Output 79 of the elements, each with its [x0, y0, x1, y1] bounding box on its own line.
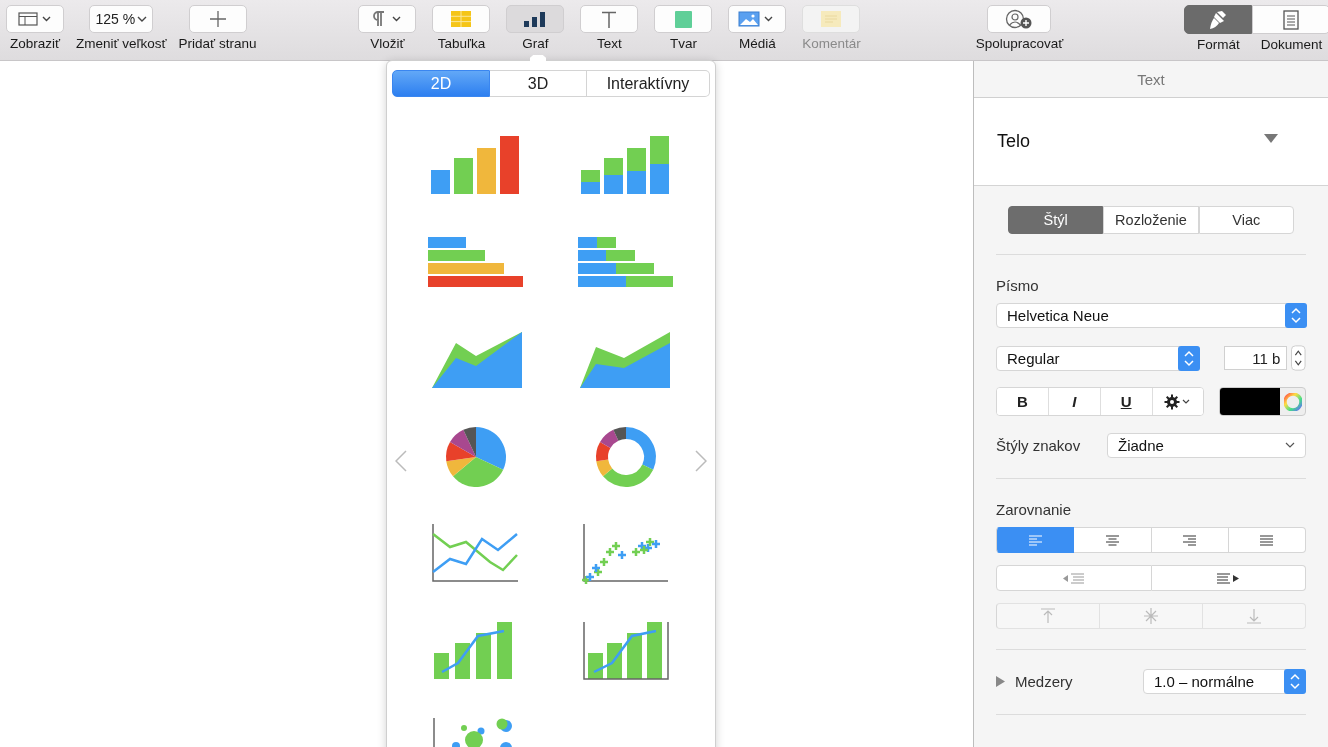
- toolbar-label: Formát: [1197, 37, 1240, 53]
- stepper-icon[interactable]: [1291, 345, 1306, 371]
- chart-button[interactable]: [506, 5, 565, 33]
- disclosure-triangle-icon[interactable]: [996, 676, 1005, 687]
- align-center-button[interactable]: [1074, 527, 1152, 553]
- toolbar-label: Pridať stranu: [178, 36, 257, 52]
- inspector-tab[interactable]: Viac: [1198, 206, 1294, 234]
- typeface-select[interactable]: Regular: [996, 345, 1201, 371]
- gear-icon: [1164, 393, 1192, 410]
- chart-dimension-tab[interactable]: Interaktívny: [587, 70, 710, 97]
- font-size-field[interactable]: 11 b: [1224, 346, 1288, 370]
- plus-icon: [209, 11, 226, 27]
- up-down-arrows-icon: [1284, 669, 1306, 694]
- toolbar-label: Zobraziť: [9, 36, 61, 52]
- view-button[interactable]: [6, 5, 64, 33]
- inspector-tab[interactable]: Rozloženie: [1103, 206, 1199, 234]
- note-icon: [821, 11, 842, 27]
- align-justify-button[interactable]: [1228, 527, 1306, 553]
- text-button[interactable]: [580, 5, 639, 33]
- document-icon: [1283, 9, 1300, 30]
- color-wheel-icon: [1284, 392, 1303, 411]
- table-button[interactable]: [432, 5, 491, 33]
- chevron-left-icon[interactable]: [395, 450, 407, 472]
- zoom-button[interactable]: 125 %: [89, 5, 154, 33]
- field-label: Štýly znakov: [996, 437, 1081, 454]
- toolbar-label: Text: [597, 36, 622, 52]
- chevron-down-icon: [137, 15, 148, 23]
- sidebar-layout-icon: [18, 12, 52, 26]
- chevron-down-icon: [1285, 442, 1295, 449]
- up-down-arrows-icon: [1285, 303, 1307, 328]
- toolbar-label: Médiá: [739, 36, 776, 52]
- text-tool-icon: [601, 10, 618, 28]
- paintbrush-icon: [1208, 9, 1229, 30]
- valign-top-icon: [1040, 608, 1056, 624]
- insert-button[interactable]: [358, 5, 417, 33]
- table-icon: [451, 11, 472, 27]
- toolbar-label: Tvar: [669, 36, 697, 52]
- increase-indent-button[interactable]: [1151, 565, 1306, 591]
- chart-dimension-tab[interactable]: 3D: [490, 70, 587, 97]
- align-right-icon: [1183, 534, 1197, 546]
- square-icon: [674, 10, 692, 28]
- indent-icon: [1217, 572, 1240, 584]
- section-heading: Písmo: [996, 277, 1040, 294]
- inspector-title: Text: [1137, 70, 1165, 88]
- chevron-right-icon[interactable]: [695, 450, 707, 472]
- shape-button[interactable]: [654, 5, 713, 33]
- toolbar-label: Spolupracovať: [975, 36, 1064, 52]
- bar-chart-icon: [524, 11, 547, 27]
- align-left-button[interactable]: [996, 527, 1075, 553]
- format-pane-button[interactable]: [1184, 5, 1253, 34]
- paragraph-style-menu[interactable]: Telo: [974, 98, 1328, 186]
- color-well[interactable]: [1219, 387, 1306, 416]
- inspector-tab[interactable]: Štýl: [1008, 206, 1104, 234]
- character-style-select[interactable]: Žiadne: [1107, 433, 1306, 458]
- align-center-icon: [1105, 534, 1119, 546]
- add-page-button[interactable]: [188, 5, 247, 33]
- toolbar-label: Komentár: [802, 36, 861, 52]
- up-down-arrows-icon: [1178, 345, 1201, 371]
- valign-bottom-icon: [1246, 608, 1262, 624]
- collaborate-button[interactable]: [987, 5, 1052, 33]
- valign-middle-icon: [1143, 608, 1159, 624]
- section-heading: Zarovnanie: [996, 501, 1073, 518]
- align-right-button[interactable]: [1151, 527, 1229, 553]
- align-justify-icon: [1260, 534, 1274, 546]
- section-heading: Medzery: [1015, 673, 1073, 690]
- toolbar-label: Graf: [522, 36, 549, 52]
- media-button[interactable]: [728, 5, 787, 33]
- toolbar-label: Tabuľka: [437, 36, 486, 52]
- toolbar-label: Zmeniť veľkosť: [76, 36, 167, 52]
- text-style-button[interactable]: B: [997, 388, 1049, 415]
- document-pane-button[interactable]: [1252, 5, 1328, 34]
- toolbar-label: Dokument: [1260, 37, 1323, 53]
- outdent-icon: [1062, 572, 1085, 584]
- dropdown-triangle-icon: [1264, 134, 1278, 143]
- toolbar-label: Vložiť: [370, 36, 405, 52]
- font-family-select[interactable]: Helvetica Neue: [996, 303, 1307, 328]
- align-left-icon: [1028, 534, 1042, 546]
- decrease-indent-button[interactable]: [996, 565, 1152, 591]
- line-spacing-select[interactable]: 1.0 – normálne: [1143, 669, 1306, 694]
